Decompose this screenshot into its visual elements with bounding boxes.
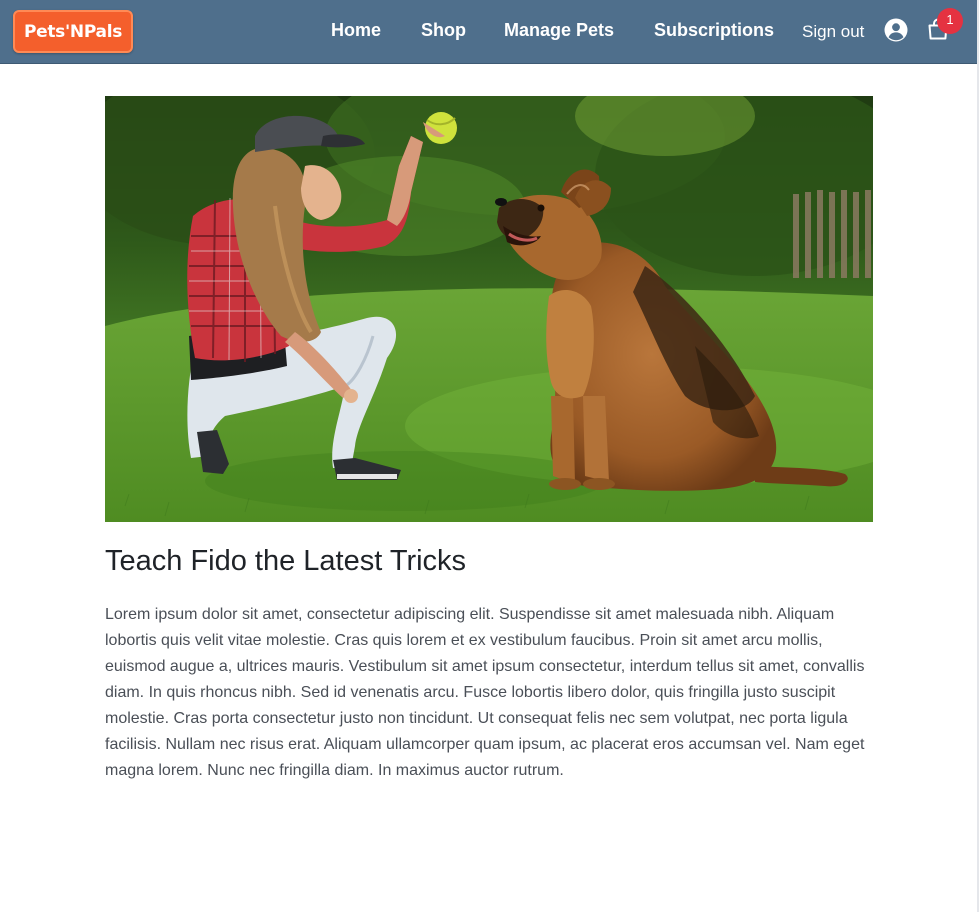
user-circle-icon (884, 18, 908, 42)
article-title: Teach Fido the Latest Tricks (105, 545, 467, 577)
cart-count-badge: 1 (937, 8, 963, 34)
hero-image (105, 96, 873, 522)
brand-logo[interactable]: Pets'NPals (13, 10, 133, 53)
nav-home-link[interactable]: Home (331, 19, 381, 41)
nav-shop-link[interactable]: Shop (421, 19, 466, 41)
nav-subscriptions-link[interactable]: Subscriptions (654, 19, 774, 41)
account-button[interactable] (884, 18, 908, 42)
article-body: Lorem ipsum dolor sit amet, consectetur … (105, 606, 865, 779)
top-navbar: Pets'NPals Home Shop Manage Pets Subscri… (0, 0, 977, 64)
nav-manage-pets-link[interactable]: Manage Pets (504, 19, 614, 41)
sign-out-link[interactable]: Sign out (802, 22, 864, 42)
page: Pets'NPals Home Shop Manage Pets Subscri… (0, 0, 979, 912)
